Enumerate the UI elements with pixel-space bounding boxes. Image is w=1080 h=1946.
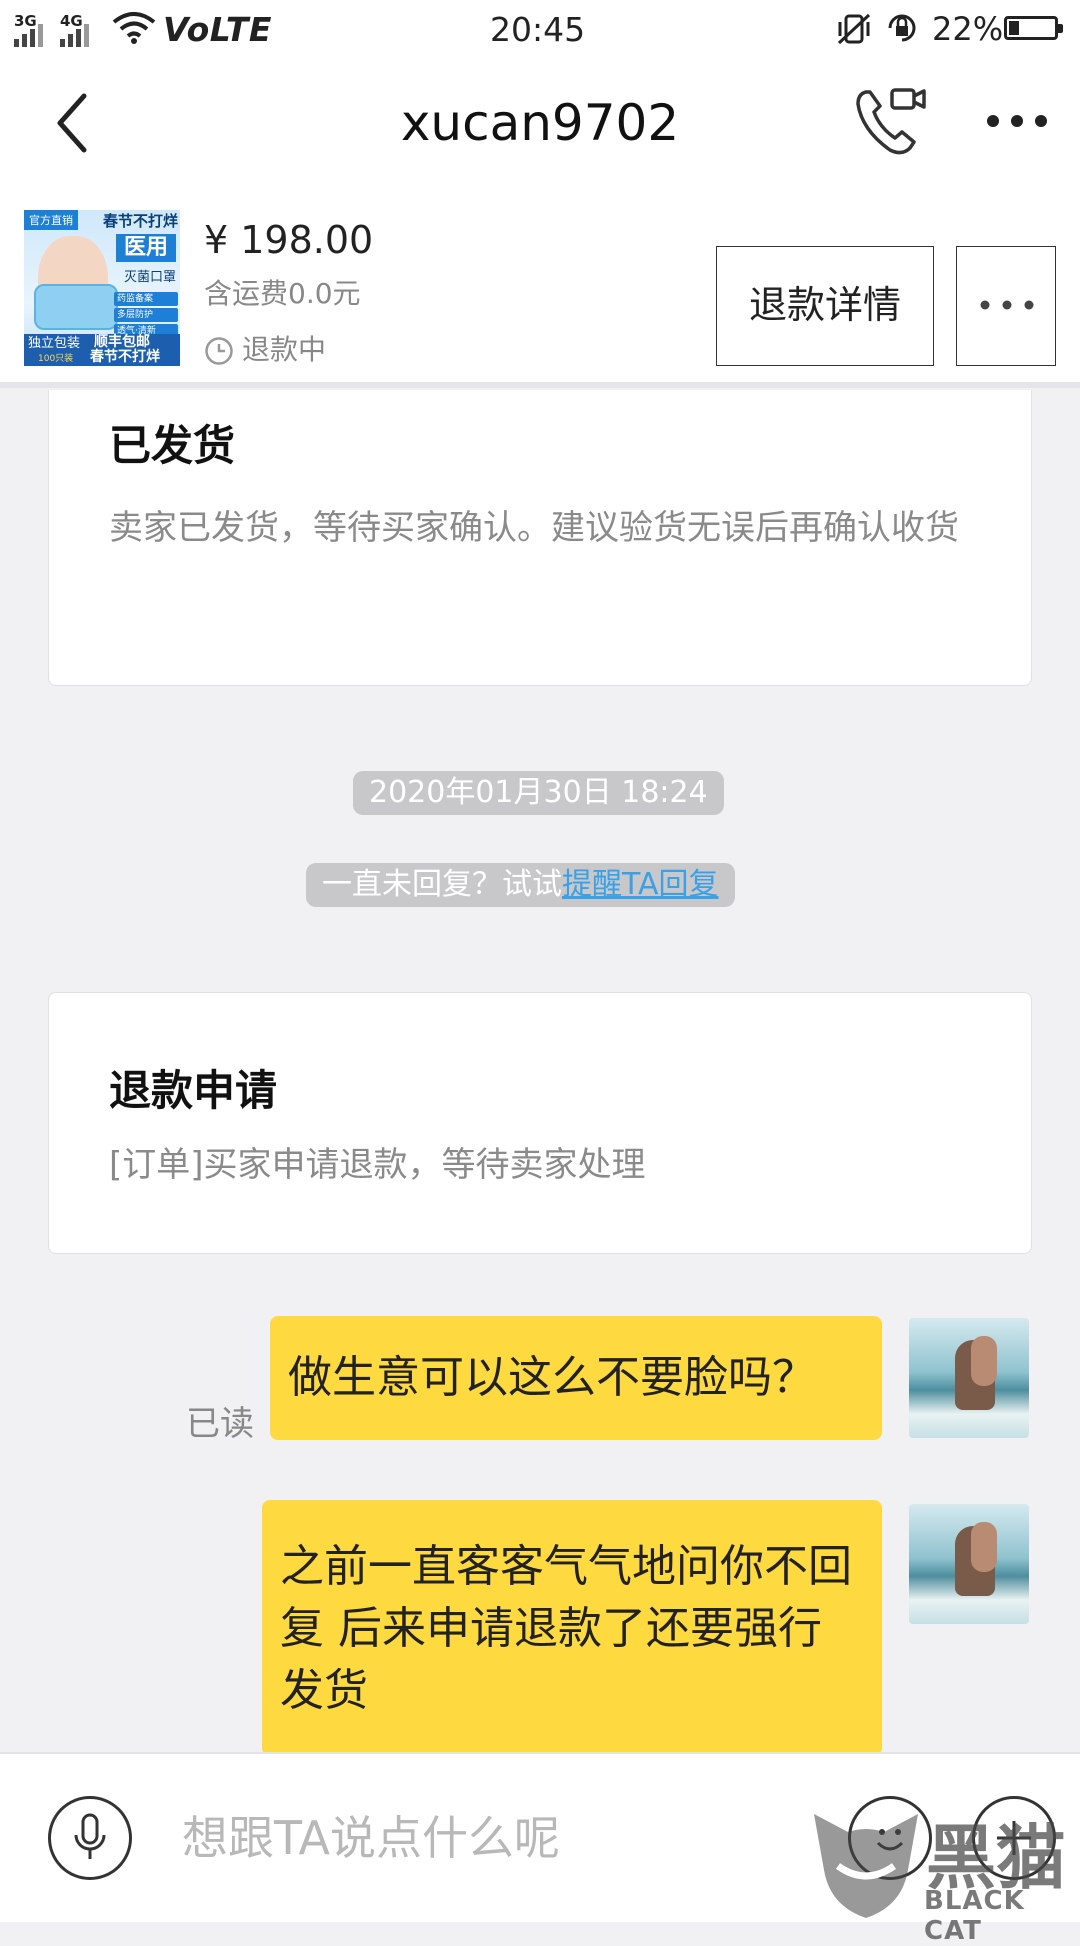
product-thumbnail[interactable]: 官方直销 春节不打烊 医用 灭菌口罩 药监备案 多层防护 透气·清新 独立包装 … (24, 210, 180, 366)
battery-percent: 22% (932, 10, 1004, 48)
watermark-en-text: BLACK CAT (924, 1886, 1025, 1946)
thumb-tag-holiday: 春节不打烊 (102, 212, 178, 230)
product-bar: 官方直销 春节不打烊 医用 灭菌口罩 药监备案 多层防护 透气·清新 独立包装 … (0, 190, 1080, 388)
refund-status: 退款中 (242, 333, 327, 366)
phone-video-icon[interactable] (852, 84, 928, 160)
face-mask-graphic (34, 284, 118, 330)
card-description: 卖家已发货，等待买家确认。建议验货无误后再确认收货 (109, 508, 959, 548)
shipping-fee: 含运费0.0元 (204, 277, 361, 310)
remind-reply-hint: 一直未回复？试试提醒TA回复 (306, 863, 735, 907)
microphone-button[interactable] (48, 1796, 132, 1880)
thumb-title: 医用 (116, 234, 176, 262)
thumb-subtitle: 灭菌口罩 (123, 270, 176, 285)
remind-prefix: 一直未回复？试试 (322, 867, 562, 902)
avatar-figure (971, 1336, 997, 1386)
thumb-foot-right-1: 顺丰包邮 (94, 334, 150, 350)
product-more-button[interactable] (956, 246, 1056, 366)
status-bar: 3G 4G VoLTE 20:45 22% (0, 0, 1080, 56)
thumb-foot-right-2: 春节不打烊 (90, 349, 160, 365)
read-receipt: 已读 (186, 1404, 254, 1444)
remind-reply-link[interactable]: 提醒TA回复 (562, 867, 719, 902)
message-input[interactable] (180, 1792, 704, 1884)
more-dots-icon (980, 300, 1034, 310)
thumb-tag-official: 官方直销 (24, 210, 78, 230)
avatar[interactable] (909, 1318, 1029, 1438)
cat-logo-icon (814, 1814, 918, 1918)
card-description: [订单]买家申请退款，等待卖家处理 (109, 1145, 646, 1185)
refund-request-card[interactable]: 退款申请 [订单]买家申请退款，等待卖家处理 (48, 992, 1032, 1254)
black-cat-watermark: 黑猫 BLACK CAT (808, 1804, 1080, 1946)
thumb-chip: 多层防护 (114, 308, 178, 322)
clock-icon (205, 337, 233, 365)
rotation-lock-icon (888, 14, 916, 42)
thumb-foot-left-small: 100只装 (38, 354, 74, 364)
chat-header: xucan9702 (0, 56, 1080, 190)
battery-icon (1004, 16, 1063, 40)
more-dots-icon[interactable] (984, 106, 1050, 136)
message-timestamp: 2020年01月30日 18:24 (353, 771, 724, 815)
product-price: ¥ 198.00 (204, 218, 374, 262)
thumb-footer: 独立包装 100只装 顺丰包邮 春节不打烊 (24, 334, 180, 366)
chat-bubble-outgoing[interactable]: 做生意可以这么不要脸吗？ (270, 1316, 882, 1440)
avatar-figure (971, 1522, 997, 1572)
refund-detail-button[interactable]: 退款详情 (716, 246, 934, 366)
vibrate-icon (837, 13, 871, 45)
microphone-icon (74, 1813, 106, 1859)
volte-label: VoLTE (163, 10, 272, 49)
chat-bubble-outgoing[interactable]: 之前一直客客气气地问你不回复 后来申请退款了还要强行发货 (262, 1500, 882, 1756)
avatar[interactable] (909, 1504, 1029, 1624)
thumb-foot-left: 独立包装 (28, 336, 81, 351)
thumb-chip: 药监备案 (114, 292, 178, 306)
wifi-icon (112, 12, 156, 44)
card-title: 已发货 (109, 421, 236, 470)
clock: 20:45 (490, 10, 586, 49)
shipped-notice-card: 已发货 卖家已发货，等待买家确认。建议验货无误后再确认收货 (48, 390, 1032, 686)
card-title: 退款申请 (109, 1066, 278, 1115)
